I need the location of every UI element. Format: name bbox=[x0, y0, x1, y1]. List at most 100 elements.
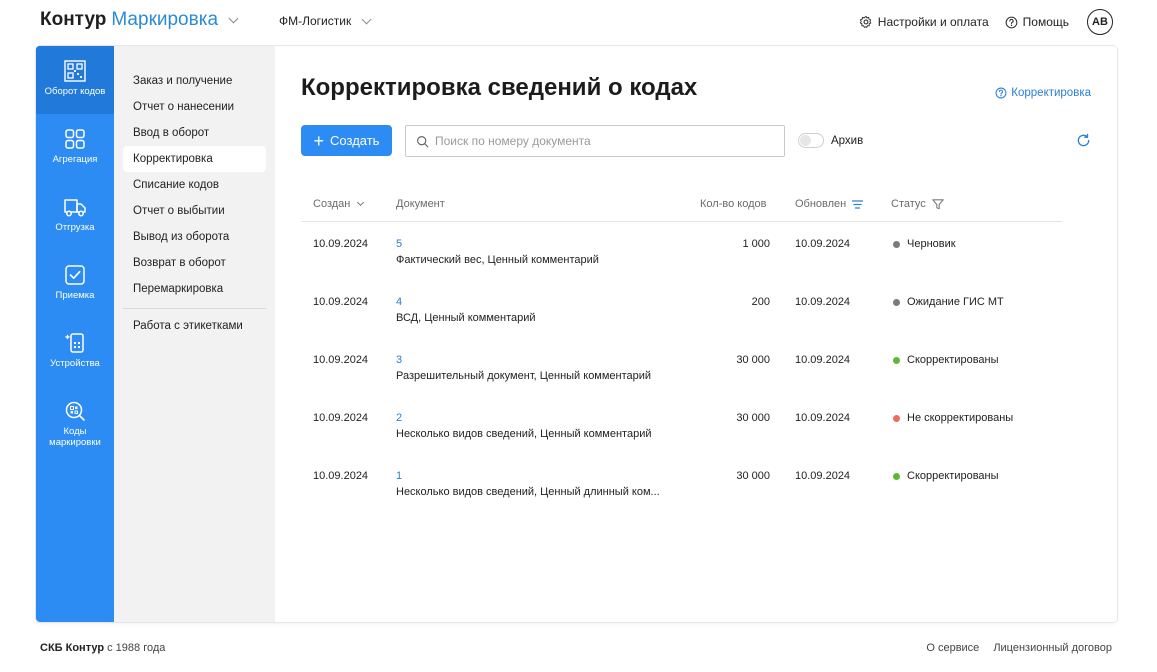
document-description: Несколько видов сведений, Ценный длинный… bbox=[396, 486, 660, 498]
status-dot bbox=[893, 472, 900, 480]
toggle-knob bbox=[800, 135, 811, 146]
settings-label: Настройки и оплата bbox=[877, 15, 989, 29]
toggle-switch[interactable] bbox=[798, 133, 824, 148]
cell-count: 30 000 bbox=[736, 470, 770, 482]
help-link[interactable]: Помощь bbox=[1005, 15, 1069, 29]
cell-updated: 10.09.2024 bbox=[795, 470, 851, 482]
table-row[interactable]: 10.09.2024 4 ВСД, Ценный комментарий 200… bbox=[301, 280, 1062, 338]
rail-item-label-line2: маркировки bbox=[49, 437, 101, 448]
search-icon bbox=[417, 135, 429, 147]
brand-product: Маркировка bbox=[111, 9, 219, 30]
page-title: Корректировка сведений о кодах bbox=[301, 74, 698, 101]
status-dot bbox=[893, 240, 900, 248]
column-count-label: Кол-во кодов bbox=[700, 198, 767, 210]
rail-item-label: Оборот кодов bbox=[44, 86, 106, 97]
subnav-item-remarking[interactable]: Перемаркировка bbox=[123, 276, 266, 302]
org-name: ФМ-Логистик bbox=[279, 14, 352, 28]
cell-count: 30 000 bbox=[736, 354, 770, 366]
cell-created: 10.09.2024 bbox=[313, 412, 369, 424]
footer-about-link[interactable]: О сервисе bbox=[926, 642, 979, 654]
search-box[interactable] bbox=[405, 125, 785, 157]
document-number-link[interactable]: 5 bbox=[396, 238, 402, 250]
table-row[interactable]: 10.09.2024 5 Фактический вес, Ценный ком… bbox=[301, 222, 1062, 280]
status-dot bbox=[893, 414, 900, 422]
subnav-divider bbox=[123, 308, 266, 309]
header-actions: Настройки и оплата Помощь АВ bbox=[859, 9, 1113, 35]
column-document-label: Документ bbox=[396, 198, 445, 210]
question-circle-icon bbox=[995, 87, 1007, 99]
column-updated-label: Обновлен bbox=[795, 198, 847, 210]
refresh-button[interactable] bbox=[1076, 133, 1091, 151]
help-label: Помощь bbox=[1022, 15, 1069, 29]
rail-item-devices[interactable]: Устройства bbox=[36, 332, 114, 369]
table-row[interactable]: 10.09.2024 1 Несколько видов сведений, Ц… bbox=[301, 454, 1062, 512]
status-badge: Скорректированы bbox=[893, 354, 999, 366]
subnav-item-labels[interactable]: Работа с этикетками bbox=[123, 313, 266, 339]
truck-icon bbox=[64, 199, 86, 217]
column-status[interactable]: Статус bbox=[891, 198, 944, 210]
rail-item-aggregation[interactable]: Агрегация bbox=[36, 128, 114, 165]
chevron-down-icon[interactable] bbox=[228, 13, 239, 23]
subnav-item-application-report[interactable]: Отчет о нанесении bbox=[123, 94, 266, 120]
chevron-down-icon bbox=[361, 14, 372, 24]
column-updated[interactable]: Обновлен bbox=[795, 198, 864, 210]
chevron-down-icon bbox=[357, 198, 365, 207]
app-frame: Оборот кодов Агрегация Отгрузка Приемка … bbox=[36, 46, 1117, 622]
archive-toggle[interactable]: Архив bbox=[798, 133, 863, 148]
status-badge: Ожидание ГИС МТ bbox=[893, 296, 1004, 308]
cell-count: 200 bbox=[751, 296, 770, 308]
check-box-icon bbox=[65, 265, 85, 285]
correction-help-link[interactable]: Корректировка bbox=[995, 87, 1091, 99]
search-input[interactable] bbox=[435, 134, 775, 148]
subnav-item-write-off[interactable]: Списание кодов bbox=[123, 172, 266, 198]
column-created[interactable]: Создан bbox=[313, 198, 365, 210]
create-label: Создать bbox=[330, 133, 380, 148]
org-selector[interactable]: ФМ-Логистик bbox=[279, 14, 372, 28]
rail-item-acceptance[interactable]: Приемка bbox=[36, 264, 114, 301]
table-header: Создан Документ Кол-во кодов Обновлен Ст… bbox=[301, 191, 1062, 222]
subnav-item-return[interactable]: Возврат в оборот bbox=[123, 250, 266, 276]
column-document: Документ bbox=[396, 198, 445, 210]
rail-item-label-line1: Коды bbox=[63, 426, 87, 437]
settings-link[interactable]: Настройки и оплата bbox=[859, 15, 989, 29]
avatar[interactable]: АВ bbox=[1087, 9, 1113, 35]
brand-logo[interactable]: Контур Маркировка bbox=[40, 9, 239, 31]
refresh-icon bbox=[1077, 133, 1090, 147]
table-row[interactable]: 10.09.2024 3 Разрешительный документ, Це… bbox=[301, 338, 1062, 396]
rail-item-marking-codes[interactable]: Коды маркировки bbox=[36, 400, 114, 448]
rail-item-label: Отгрузка bbox=[55, 222, 95, 233]
archive-label: Архив bbox=[831, 134, 864, 147]
document-number-link[interactable]: 4 bbox=[396, 296, 402, 308]
column-created-label: Создан bbox=[313, 198, 351, 210]
table-row[interactable]: 10.09.2024 2 Несколько видов сведений, Ц… bbox=[301, 396, 1062, 454]
cell-count: 1 000 bbox=[742, 238, 770, 250]
footer-copyright: СКБ Контур с 1988 года bbox=[40, 642, 165, 654]
document-number-link[interactable]: 2 bbox=[396, 412, 402, 424]
cell-updated: 10.09.2024 bbox=[795, 238, 851, 250]
document-number-link[interactable]: 3 bbox=[396, 354, 402, 366]
qr-code-icon bbox=[64, 60, 86, 82]
cell-updated: 10.09.2024 bbox=[795, 296, 851, 308]
create-button[interactable]: + Создать bbox=[301, 125, 392, 156]
document-description: Разрешительный документ, Ценный коммента… bbox=[396, 370, 652, 382]
rail-item-label: Агрегация bbox=[52, 154, 98, 165]
subnav-item-withdrawal[interactable]: Вывод из оборота bbox=[123, 224, 266, 250]
document-number-link[interactable]: 1 bbox=[396, 470, 402, 482]
status-label: Скорректированы bbox=[907, 470, 999, 482]
cell-updated: 10.09.2024 bbox=[795, 412, 851, 424]
subnav-item-disposal-report[interactable]: Отчет о выбытии bbox=[123, 198, 266, 224]
subnav-item-introduce[interactable]: Ввод в оборот bbox=[123, 120, 266, 146]
brand-main: Контур bbox=[40, 9, 107, 30]
search-code-icon bbox=[65, 401, 85, 421]
gear-icon bbox=[859, 15, 872, 28]
cell-created: 10.09.2024 bbox=[313, 470, 369, 482]
footer-license-link[interactable]: Лицензионный договор bbox=[993, 642, 1112, 654]
subnav-item-order[interactable]: Заказ и получение bbox=[123, 68, 266, 94]
cell-created: 10.09.2024 bbox=[313, 238, 369, 250]
rail-item-shipment[interactable]: Отгрузка bbox=[36, 196, 114, 233]
question-circle-icon bbox=[1005, 16, 1018, 28]
cell-created: 10.09.2024 bbox=[313, 296, 369, 308]
column-status-label: Статус bbox=[891, 198, 926, 210]
subnav-item-correction[interactable]: Корректировка bbox=[123, 146, 266, 172]
rail-item-codes-turnover[interactable]: Оборот кодов bbox=[36, 46, 114, 114]
